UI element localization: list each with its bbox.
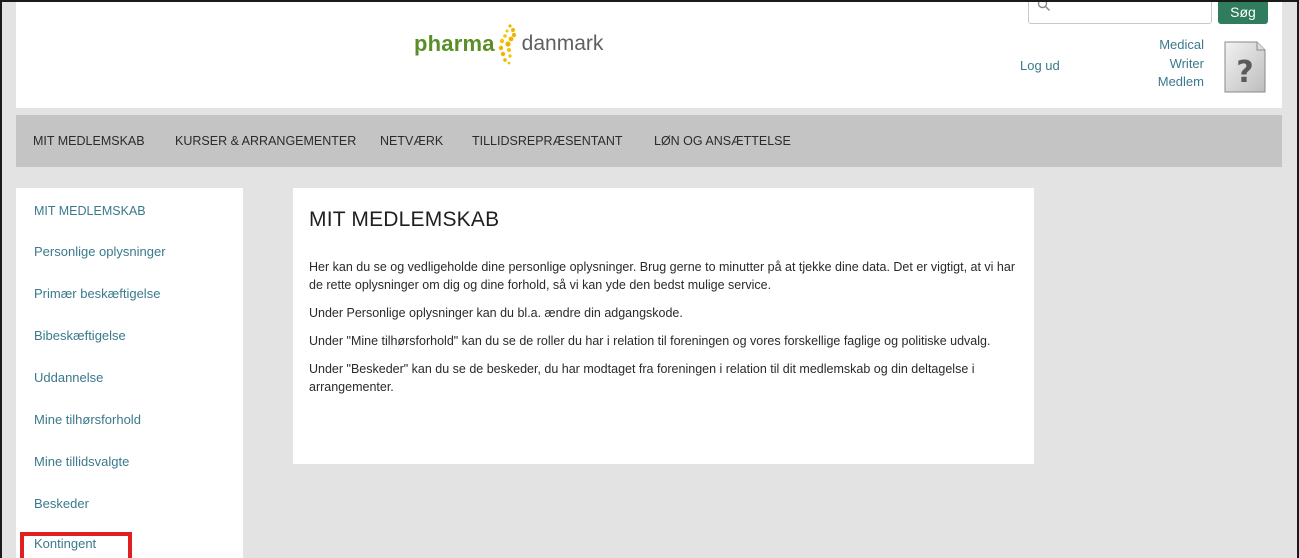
roles-paragraph: Under "Mine tilhørsforhold" kan du se de… <box>309 334 991 348</box>
nav-item-tillidsrepraesentant[interactable]: TILLIDSREPRÆSENTANT <box>472 134 623 148</box>
main-content: MIT MEDLEMSKAB Her kan du se og vedligeh… <box>293 188 1034 464</box>
user-line-1: Medical <box>1159 37 1204 52</box>
messages-paragraph: Under "Beskeder" kan du se de beskeder, … <box>309 362 975 394</box>
logo-text-pharma: pharma <box>414 31 495 56</box>
nav-item-mit-medlemskab[interactable]: MIT MEDLEMSKAB <box>33 134 145 148</box>
svg-text:?: ? <box>1236 55 1253 90</box>
sidebar-item-mit-medlemskab[interactable]: MIT MEDLEMSKAB <box>34 204 146 218</box>
sidebar-item-kontingent[interactable]: Kontingent <box>34 536 96 551</box>
pharmadanmark-logo[interactable]: pharma danmark <box>414 24 604 65</box>
avatar-placeholder-icon[interactable]: ? <box>1223 40 1267 94</box>
password-paragraph: Under Personlige oplysninger kan du bl.a… <box>309 306 683 320</box>
sidebar-item-primaer-beskaeftigelse[interactable]: Primær beskæftigelse <box>34 286 160 301</box>
site-header: pharma danmark Søg Log ud Medical Writer… <box>16 2 1282 108</box>
nav-item-netvaerk[interactable]: NETVÆRK <box>380 134 443 148</box>
sidebar-item-uddannelse[interactable]: Uddannelse <box>34 370 103 385</box>
sidebar-item-beskeder[interactable]: Beskeder <box>34 496 89 511</box>
search-button[interactable]: Søg <box>1218 2 1268 24</box>
search-field[interactable] <box>1028 2 1212 24</box>
intro-paragraph: Her kan du se og vedligeholde dine perso… <box>309 260 1015 292</box>
sidebar-item-mine-tillidsvalgte[interactable]: Mine tillidsvalgte <box>34 454 129 469</box>
nav-item-loen-og-ansaettelse[interactable]: LØN OG ANSÆTTELSE <box>654 134 791 148</box>
page-frame: pharma danmark Søg Log ud Medical Writer… <box>0 0 1299 558</box>
user-info[interactable]: Medical Writer Medlem <box>1144 36 1204 92</box>
logo-dots-icon <box>498 24 516 65</box>
sidebar-item-personlige-oplysninger[interactable]: Personlige oplysninger <box>34 244 166 259</box>
logout-link[interactable]: Log ud <box>1020 58 1060 73</box>
page-title: MIT MEDLEMSKAB <box>309 208 500 231</box>
user-line-2: Writer <box>1169 55 1204 71</box>
sidebar-item-bibeskaeftigelse[interactable]: Bibeskæftigelse <box>34 328 126 343</box>
search-input[interactable] <box>1055 2 1205 23</box>
sidebar-item-mine-tilhoersforhold[interactable]: Mine tilhørsforhold <box>34 412 141 427</box>
search-icon <box>1037 2 1050 11</box>
main-navigation: MIT MEDLEMSKAB KURSER & ARRANGEMENTER NE… <box>16 115 1282 167</box>
user-line-3: Medlem <box>1157 74 1204 89</box>
logo-text-danmark: danmark <box>521 32 604 55</box>
nav-item-kurser-arrangementer[interactable]: KURSER & ARRANGEMENTER <box>175 134 356 148</box>
sidebar: MIT MEDLEMSKAB Personlige oplysninger Pr… <box>16 188 243 558</box>
